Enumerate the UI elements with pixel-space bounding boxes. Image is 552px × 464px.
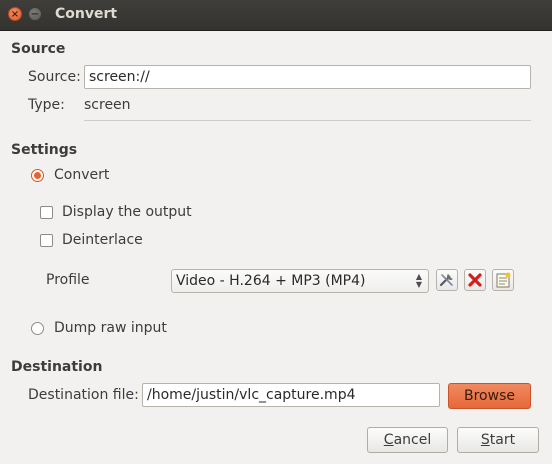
deinterlace-label[interactable]: Deinterlace [62,232,143,248]
profile-select[interactable]: Video - H.264 + MP3 (MP4) ▲ ▼ [171,269,429,293]
destination-file-input[interactable]: /home/justin/vlc_capture.mp4 [142,383,440,407]
type-value: screen [84,97,131,113]
start-mnemonic: S [480,432,490,448]
browse-button[interactable]: Browse [448,383,531,409]
source-label: Source: [28,69,81,85]
display-output-label[interactable]: Display the output [62,204,192,220]
chevron-updown-icon: ▲ ▼ [415,272,422,289]
destination-section-label: Destination [11,359,103,375]
cancel-mnemonic: C [383,432,394,448]
close-icon[interactable]: × [8,7,22,21]
edit-profile-icon[interactable] [436,269,458,291]
profile-label: Profile [46,272,90,288]
profile-value: Video - H.264 + MP3 (MP4) [176,273,366,289]
minimize-icon[interactable]: − [28,7,42,21]
title-bar: × − Convert [0,0,552,31]
cancel-label: ancel [393,432,432,448]
source-divider [84,120,531,121]
destination-file-label: Destination file: [28,387,139,403]
convert-label[interactable]: Convert [54,167,109,183]
dump-raw-label[interactable]: Dump raw input [54,320,167,336]
source-input[interactable]: screen:// [84,65,531,89]
settings-section-label: Settings [11,142,78,158]
display-output-checkbox[interactable] [40,206,53,219]
start-label: tart [489,432,516,448]
delete-profile-icon[interactable] [464,269,486,291]
new-profile-icon[interactable] [492,269,514,291]
deinterlace-checkbox[interactable] [40,234,53,247]
dump-raw-radio[interactable] [31,322,44,335]
type-label: Type: [28,97,65,113]
start-button[interactable]: Start [457,427,539,453]
cancel-button[interactable]: Cancel [367,427,448,453]
window-title: Convert [55,6,118,22]
source-section-label: Source [11,41,66,57]
convert-radio[interactable] [31,169,44,182]
